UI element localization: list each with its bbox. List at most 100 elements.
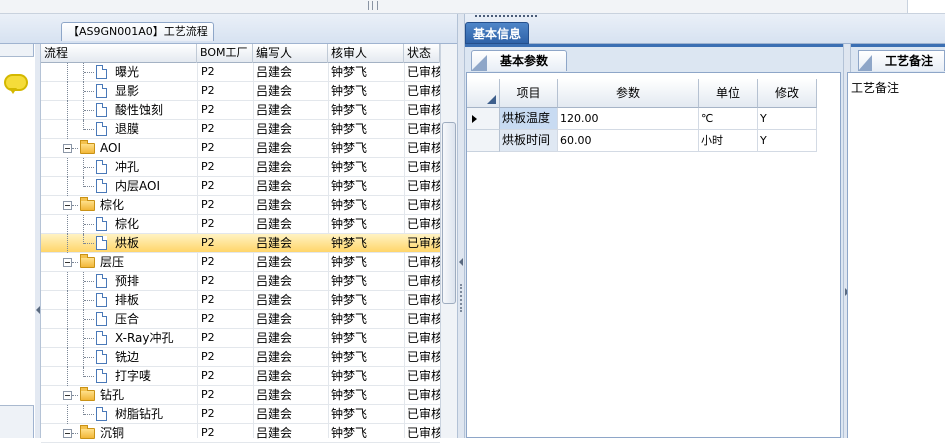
reviewer-cell: 钟梦飞 [331,84,368,98]
author-cell: 吕建会 [256,274,293,288]
table-row[interactable]: 棕化 P2 吕建会 钟梦飞 已审核 [41,215,440,234]
column-header-unit[interactable]: 单位 [699,79,758,108]
table-row[interactable]: 棕化 P2 吕建会 钟梦飞 已审核 [41,196,440,215]
document-icon [96,350,107,364]
table-row[interactable]: 排板 P2 吕建会 钟梦飞 已审核 [41,291,440,310]
status-cell: 已审核 [407,350,440,364]
plant-cell: P2 [201,122,215,135]
reviewer-cell: 钟梦飞 [331,160,368,174]
author-cell: 吕建会 [256,141,293,155]
folder-icon [80,254,95,268]
collapse-toggle-icon[interactable] [63,391,72,400]
document-icon [96,84,107,98]
table-row[interactable]: 显影 P2 吕建会 钟梦飞 已审核 [41,82,440,101]
scrollbar-thumb[interactable] [442,122,456,304]
author-cell: 吕建会 [256,369,293,383]
tree-node-label: 显影 [115,84,140,98]
process-notes-body[interactable] [847,72,945,438]
status-cell: 已审核 [407,103,440,117]
table-row[interactable]: 预排 P2 吕建会 钟梦飞 已审核 [41,272,440,291]
table-row[interactable]: 冲孔 P2 吕建会 钟梦飞 已审核 [41,158,440,177]
document-icon [96,312,107,326]
param-value-cell[interactable]: 60.00 [558,130,699,152]
tree-node-label: 棕化 [100,198,125,212]
collapse-center-icon[interactable] [459,258,463,266]
tab-process-flow[interactable]: 【AS9GN001A0】工艺流程 [61,22,214,41]
table-row[interactable]: 沉铜 P2 吕建会 钟梦飞 已审核 [41,424,440,443]
column-header-item[interactable]: 项目 [500,79,558,108]
table-row[interactable]: 烘板 P2 吕建会 钟梦飞 已审核 [41,234,440,253]
plant-cell: P2 [201,426,215,439]
plant-cell: P2 [201,141,215,154]
tab-basic-info[interactable]: 基本信息 [465,22,529,44]
column-header-reviewer[interactable]: 核审人 [328,44,404,63]
author-cell: 吕建会 [256,236,293,250]
param-item-cell[interactable]: 烘板时间 [500,130,558,152]
reviewer-cell: 钟梦飞 [331,141,368,155]
table-row[interactable]: 树脂钻孔 P2 吕建会 钟梦飞 已审核 [41,405,440,424]
table-row[interactable]: 压合 P2 吕建会 钟梦飞 已审核 [41,310,440,329]
column-header-modify[interactable]: 修改 [758,79,817,108]
plant-cell: P2 [201,293,215,306]
reviewer-cell: 钟梦飞 [331,198,368,212]
tree-node-label: 退膜 [115,122,140,136]
tree-node-label: X-Ray冲孔 [115,331,174,345]
status-cell: 已审核 [407,84,440,98]
params-row[interactable]: 烘板时间 60.00 小时 Y [467,130,842,152]
tab-basic-params[interactable]: 基本参数 [471,50,567,71]
status-cell: 已审核 [407,160,440,174]
column-header-author[interactable]: 编写人 [253,44,328,63]
column-header-value[interactable]: 参数 [558,79,699,108]
process-notes-label: 工艺备注 [851,81,900,95]
row-indicator[interactable] [467,108,500,130]
table-row[interactable]: X-Ray冲孔 P2 吕建会 钟梦飞 已审核 [41,329,440,348]
collapse-left-icon[interactable] [36,306,40,314]
row-indicator[interactable] [467,130,500,152]
table-row[interactable]: 铣边 P2 吕建会 钟梦飞 已审核 [41,348,440,367]
tree-node-label: 曝光 [115,65,140,79]
param-unit-cell[interactable]: ℃ [699,108,758,130]
plant-cell: P2 [201,388,215,401]
param-modify-cell[interactable]: Y [758,108,817,130]
toolbar-right-box [907,0,945,13]
params-grid-corner[interactable] [467,79,500,108]
tab-process-notes[interactable]: 工艺备注 [858,50,945,71]
toolbar-grip-icon[interactable] [368,1,378,10]
table-row[interactable]: 酸性蚀刻 P2 吕建会 钟梦飞 已审核 [41,101,440,120]
author-cell: 吕建会 [256,388,293,402]
collapse-toggle-icon[interactable] [63,429,72,438]
tree-vertical-scrollbar[interactable] [440,44,457,438]
document-icon [96,65,107,79]
collapse-toggle-icon[interactable] [63,258,72,267]
reviewer-cell: 钟梦飞 [331,293,368,307]
column-header-plant[interactable]: BOM工厂 [197,44,253,63]
column-header-status[interactable]: 状态 [404,44,440,63]
param-item-cell[interactable]: 烘板温度 [500,108,558,130]
collapse-toggle-icon[interactable] [63,144,72,153]
param-modify-cell[interactable]: Y [758,130,817,152]
table-row[interactable]: 退膜 P2 吕建会 钟梦飞 已审核 [41,120,440,139]
table-row[interactable]: 打字唛 P2 吕建会 钟梦飞 已审核 [41,367,440,386]
table-row[interactable]: 钻孔 P2 吕建会 钟梦飞 已审核 [41,386,440,405]
plant-cell: P2 [201,236,215,249]
param-value-cell[interactable]: 120.00 [558,108,699,130]
table-row[interactable]: AOI P2 吕建会 钟梦飞 已审核 [41,139,440,158]
status-cell: 已审核 [407,388,440,402]
document-icon [96,217,107,231]
collapse-toggle-icon[interactable] [63,201,72,210]
reviewer-cell: 钟梦飞 [331,236,368,250]
tree-grid-header: 流程 BOM工厂 编写人 核审人 状态 [41,44,440,63]
param-unit-cell[interactable]: 小时 [699,130,758,152]
process-tree-grid: 流程 BOM工厂 编写人 核审人 状态 曝光 P2 吕建会 钟梦飞 已审核 显影 P2 吕建会… [41,44,440,443]
chat-bubble-icon[interactable] [4,74,28,94]
center-splitter[interactable] [457,14,465,438]
params-row[interactable]: 烘板温度 120.00 ℃ Y [467,108,842,130]
tab-grip-icon [475,15,537,19]
table-row[interactable]: 层压 P2 吕建会 钟梦飞 已审核 [41,253,440,272]
table-row[interactable]: 内层AOI P2 吕建会 钟梦飞 已审核 [41,177,440,196]
folder-icon [80,425,95,439]
table-row[interactable]: 曝光 P2 吕建会 钟梦飞 已审核 [41,63,440,82]
column-header-flow[interactable]: 流程 [41,44,197,63]
tree-node-label: 钻孔 [100,388,125,402]
plant-cell: P2 [201,217,215,230]
